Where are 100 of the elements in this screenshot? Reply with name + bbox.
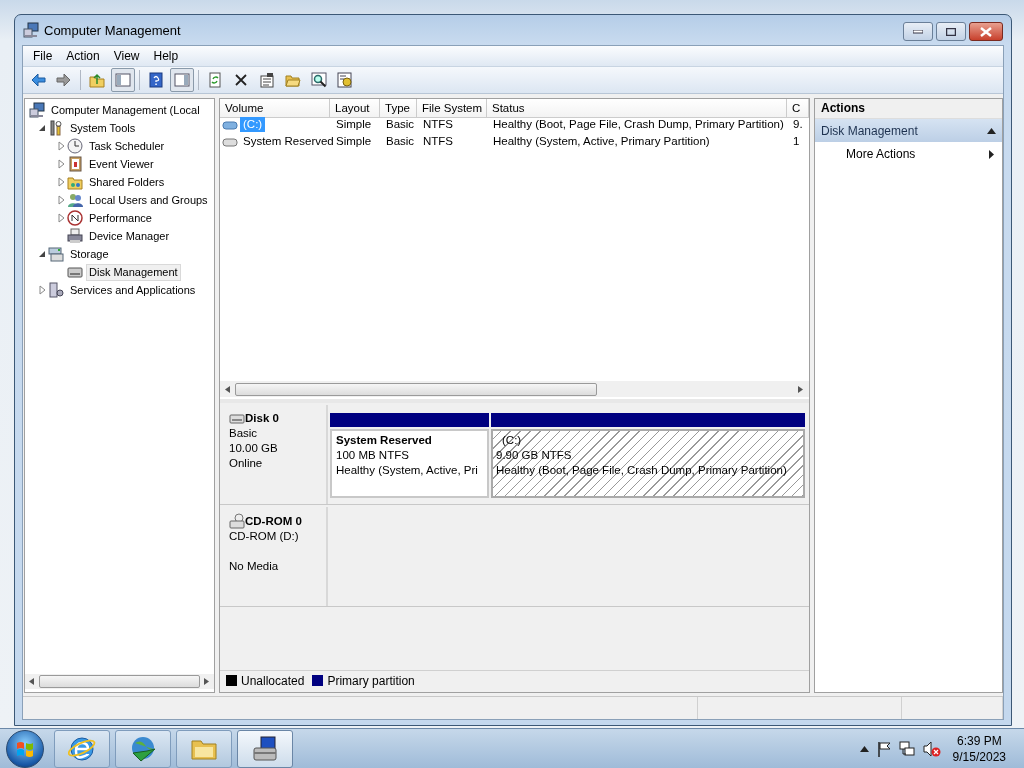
disk-drive-icon xyxy=(67,264,83,280)
flag-icon[interactable] xyxy=(876,740,891,757)
menu-item[interactable]: Help xyxy=(147,47,187,65)
start-button[interactable] xyxy=(6,729,44,768)
scroll-right-arrow-icon[interactable] xyxy=(204,678,210,685)
forward-arrow-icon xyxy=(56,72,72,88)
maximize-icon xyxy=(946,27,956,36)
partition-block[interactable]: (C:) 9.90 GB NTFS Healthy (Boot, Page File, Crash Dump, Primary Partition) xyxy=(491,429,805,498)
speaker-muted-icon[interactable] xyxy=(922,740,941,757)
horizontal-scrollbar[interactable] xyxy=(25,674,214,689)
users-icon xyxy=(67,192,83,208)
server-gear-icon xyxy=(48,282,64,298)
network-icon[interactable] xyxy=(898,740,915,757)
disk-type: Basic xyxy=(229,426,259,441)
action-section-header[interactable]: Disk Management xyxy=(815,119,1002,142)
collapse-arrow-icon[interactable] xyxy=(987,127,996,134)
show-hidden-icons-icon[interactable] xyxy=(859,745,869,752)
tree-pane-icon xyxy=(115,72,131,88)
menu-item[interactable]: View xyxy=(107,47,148,65)
tree-item[interactable]: Event Viewer xyxy=(86,155,157,173)
cd-drive-icon xyxy=(229,513,245,529)
shared-folder-icon xyxy=(67,174,83,190)
table-cell-text: Healthy (Boot, Page File, Crash Dump, Primary Partition) xyxy=(492,117,785,132)
tree-item[interactable]: Computer Management (Local xyxy=(48,101,203,119)
printer-icon xyxy=(67,228,83,244)
clock-icon xyxy=(67,138,83,154)
table-cell-text: NTFS xyxy=(422,117,455,132)
table-cell-text: 9. xyxy=(792,117,804,132)
action-pane-icon xyxy=(174,72,190,88)
delete-icon xyxy=(233,72,249,88)
menu-item[interactable]: File xyxy=(27,47,61,65)
scroll-left-arrow-icon[interactable] xyxy=(29,678,35,685)
drive-icon xyxy=(222,135,238,148)
column-header[interactable]: C xyxy=(787,99,809,118)
column-header[interactable]: Layout xyxy=(330,99,380,118)
tree-item[interactable]: Shared Folders xyxy=(86,173,168,191)
drive-icon xyxy=(222,118,238,131)
menu-item[interactable]: Action xyxy=(60,47,108,65)
tools-icon xyxy=(48,120,64,136)
legend-label: Unallocated xyxy=(241,673,305,688)
minimize-icon xyxy=(913,29,923,34)
computer-icon xyxy=(23,22,39,38)
browser-e-icon xyxy=(68,734,96,763)
column-header[interactable]: Status xyxy=(487,99,787,118)
tree-item[interactable]: System Tools xyxy=(67,119,139,137)
legend-label: Primary partition xyxy=(327,673,415,688)
disk-name: CD-ROM 0 xyxy=(245,513,302,529)
open-folder-icon xyxy=(285,72,301,88)
windows-logo-icon xyxy=(16,739,34,758)
table-cell-text: Simple xyxy=(335,117,373,132)
tree-item[interactable]: Performance xyxy=(86,209,155,227)
tree-item[interactable]: Task Scheduler xyxy=(86,137,168,155)
scroll-left-arrow-icon[interactable] xyxy=(225,385,231,393)
storage-icon xyxy=(48,246,64,262)
window-title: Computer Management xyxy=(44,22,181,38)
taskbar-button[interactable] xyxy=(237,729,293,768)
maximize-button[interactable] xyxy=(936,22,966,41)
scroll-right-arrow-icon[interactable] xyxy=(798,385,804,393)
computer-icon xyxy=(29,102,45,118)
settings-icon xyxy=(337,72,353,88)
column-header[interactable]: Volume xyxy=(220,99,330,118)
taskbar-button[interactable] xyxy=(54,729,110,768)
tree-item[interactable]: Device Manager xyxy=(86,227,173,245)
horizontal-scrollbar[interactable] xyxy=(220,381,809,397)
taskbar-button[interactable] xyxy=(115,729,171,768)
table-cell-text: Basic xyxy=(385,134,416,149)
folder-up-icon xyxy=(89,72,105,88)
refresh-icon xyxy=(207,72,223,88)
disk-size: 10.00 GB xyxy=(229,441,279,456)
drive-label[interactable]: System Reserved xyxy=(240,134,337,149)
submenu-arrow-icon xyxy=(989,149,994,159)
close-icon xyxy=(980,26,992,37)
log-book-icon xyxy=(67,156,83,172)
magnifier-icon xyxy=(311,72,327,88)
table-cell-text: NTFS xyxy=(422,134,455,149)
globe-arrow-icon xyxy=(129,734,157,763)
tree-item[interactable]: Services and Applications xyxy=(67,281,199,299)
tree-item[interactable]: Disk Management xyxy=(86,263,181,281)
clock[interactable]: 6:39 PM 9/15/2023 xyxy=(952,732,1006,765)
disk-name: Disk 0 xyxy=(245,411,279,426)
tree-item[interactable]: Storage xyxy=(67,245,112,263)
gauge-icon xyxy=(67,210,83,226)
disk-type: CD-ROM (D:) xyxy=(229,529,300,544)
tree-item[interactable]: Local Users and Groups xyxy=(86,191,211,209)
column-header[interactable]: Type xyxy=(380,99,417,118)
computer-toolbox-icon xyxy=(251,734,279,763)
back-arrow-icon xyxy=(30,72,46,88)
action-link[interactable]: More Actions xyxy=(846,147,916,161)
disk-status: No Media xyxy=(229,559,280,574)
disk-drive-icon xyxy=(229,412,245,425)
help-icon xyxy=(148,72,164,88)
close-button[interactable] xyxy=(969,22,1003,41)
properties-icon xyxy=(259,72,275,88)
actions-header: Actions xyxy=(815,99,1002,119)
column-header[interactable]: File System xyxy=(417,99,487,118)
table-cell-text: Healthy (System, Active, Primary Partition) xyxy=(492,134,711,149)
table-cell-text: Basic xyxy=(385,117,416,132)
table-cell-text: 1 xyxy=(792,134,801,149)
disk-status: Online xyxy=(229,456,264,471)
partition-block[interactable]: System Reserved 100 MB NTFS Healthy (System, Active, Pri xyxy=(330,429,489,498)
